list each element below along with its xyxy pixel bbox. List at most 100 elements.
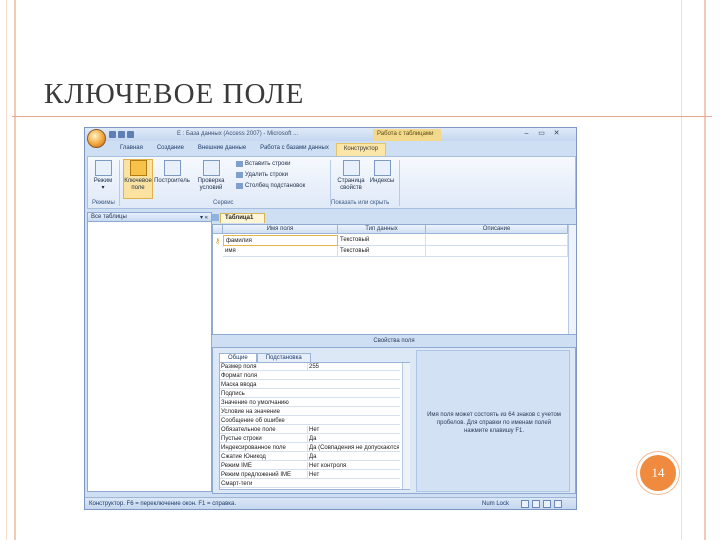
tab-home[interactable]: Главная	[113, 143, 150, 156]
property-label: Значение по умолчанию	[221, 400, 289, 406]
cell-description[interactable]	[426, 246, 568, 257]
property-value[interactable]: Нет	[307, 426, 399, 434]
property-label: Формат поля	[221, 373, 258, 379]
cell-field-name[interactable]: имя	[223, 246, 338, 257]
property-value[interactable]: Да	[307, 453, 399, 461]
test-validation-button[interactable]: Проверка условий	[191, 160, 231, 192]
nav-pane-controls[interactable]: ▾ «	[200, 214, 208, 221]
cell-data-type[interactable]: Текстовый	[338, 235, 426, 246]
row-selector-header	[213, 225, 223, 234]
save-icon[interactable]	[109, 131, 116, 138]
lookup-column-button[interactable]: Столбец подстановок	[236, 183, 305, 189]
pivot-table-view-icon[interactable]	[532, 500, 540, 508]
view-switcher	[521, 500, 562, 508]
undo-icon[interactable]	[118, 131, 125, 138]
delete-rows-icon	[236, 172, 243, 178]
property-row[interactable]: Значение по умолчанию	[220, 399, 400, 407]
chevron-down-icon: ▾	[101, 185, 105, 191]
quick-access-toolbar	[109, 131, 145, 138]
design-view-icon[interactable]	[554, 500, 562, 508]
key-icon	[129, 160, 147, 176]
property-row[interactable]: Формат поля	[220, 372, 400, 380]
property-sheet-icon	[342, 160, 360, 176]
property-row[interactable]: Условие на значение	[220, 408, 400, 416]
test-validation-icon	[202, 160, 220, 176]
close-button[interactable]: ✕	[551, 130, 562, 138]
property-label: Сообщение об ошибке	[221, 418, 285, 424]
office-button-icon[interactable]	[87, 129, 106, 148]
properties-scrollbar[interactable]	[402, 363, 410, 489]
property-row[interactable]: Обязательное поле Нет	[220, 426, 400, 434]
property-value[interactable]: Нет контроля	[307, 462, 399, 470]
navigation-pane: Все таблицы ▾ «	[87, 212, 212, 492]
property-label: Размер поля	[221, 364, 257, 370]
page-number-badge: 14	[637, 452, 679, 494]
group-separator	[119, 160, 120, 206]
insert-rows-button[interactable]: Вставить строки	[236, 161, 291, 167]
design-grid: Имя поля Тип данных Описание ⚷ фамилия Т…	[212, 224, 576, 335]
property-value[interactable]: 255	[307, 363, 399, 371]
properties-list: Размер поля 255 Формат поля Маска ввода П…	[219, 362, 410, 490]
indexes-button[interactable]: Индексы	[369, 160, 395, 185]
indexes-label: Индексы	[369, 178, 395, 184]
ribbon: Режим ▾ Ключевое поле Построитель Провер…	[87, 156, 576, 209]
property-row[interactable]: Пустые строки Да	[220, 435, 400, 443]
cell-field-name[interactable]: фамилия	[223, 235, 338, 246]
property-row[interactable]: Сообщение об ошибке	[220, 417, 400, 425]
nav-pane-header[interactable]: Все таблицы ▾ «	[88, 213, 211, 222]
context-tab-title: Работа с таблицами	[373, 129, 441, 141]
property-label: Смарт-теги	[221, 481, 253, 487]
property-row[interactable]: Размер поля 255	[220, 363, 400, 371]
view-button[interactable]: Режим ▾	[91, 160, 115, 192]
column-header-field-name: Имя поля	[223, 225, 338, 234]
cell-description[interactable]	[426, 235, 568, 246]
property-label: Индексированное поле	[221, 445, 286, 451]
group-label-show-hide: Показать или скрыть	[331, 200, 390, 206]
primary-key-icon: ⚷	[215, 238, 221, 245]
primary-key-label: Ключевое поле	[124, 178, 152, 191]
group-label-tools: Сервис	[213, 200, 234, 206]
lookup-column-icon	[236, 183, 243, 189]
minimize-button[interactable]: –	[521, 130, 532, 138]
nav-pane-title: Все таблицы	[91, 214, 127, 220]
cell-data-type[interactable]: Текстовый	[338, 246, 426, 257]
property-sheet-label: Страница свойств	[337, 178, 365, 191]
title-rule	[12, 116, 712, 117]
property-row[interactable]: Режим IME Нет контроля	[220, 462, 400, 470]
property-label: Условие на значение	[221, 409, 280, 415]
property-sheet-button[interactable]: Страница свойств	[336, 160, 366, 192]
property-row[interactable]: Маска ввода	[220, 381, 400, 389]
property-row[interactable]: Режим предложений IME Нет	[220, 471, 400, 479]
property-label: Режим IME	[221, 463, 252, 469]
property-value[interactable]: Да	[307, 435, 399, 443]
field-properties-pane: Общие Подстановка Размер поля 255 Формат …	[212, 347, 576, 494]
property-row[interactable]: Сжатие Юникод Да	[220, 453, 400, 461]
delete-rows-button[interactable]: Удалить строки	[236, 172, 288, 178]
tab-design[interactable]: Конструктор	[335, 143, 387, 156]
pivot-chart-view-icon[interactable]	[543, 500, 551, 508]
redo-icon[interactable]	[127, 131, 134, 138]
tab-create[interactable]: Создание	[150, 143, 191, 156]
property-row[interactable]: Индексированное поле Да (Совпадения не до…	[220, 444, 400, 452]
view-label: Режим	[93, 178, 113, 184]
maximize-button[interactable]: ▭	[536, 130, 547, 138]
datasheet-view-icon[interactable]	[521, 500, 529, 508]
window-title: Е : База данных (Access 2007) - Microsof…	[177, 131, 299, 137]
property-row[interactable]: Подпись	[220, 390, 400, 398]
slide-title: КЛЮЧЕВОЕ ПОЛЕ	[44, 78, 305, 110]
property-label: Подпись	[221, 391, 245, 397]
grid-scrollbar[interactable]	[568, 225, 576, 334]
property-label: Сжатие Юникод	[221, 454, 266, 460]
primary-key-button[interactable]: Ключевое поле	[123, 159, 153, 199]
title-bar: Е : База данных (Access 2007) - Microsof…	[85, 128, 576, 141]
tab-external-data[interactable]: Внешние данные	[191, 143, 253, 156]
tab-database-tools[interactable]: Работа с базами данных	[253, 143, 336, 156]
builder-label: Построитель	[154, 178, 190, 184]
builder-button[interactable]: Построитель	[154, 160, 190, 185]
indexes-icon	[373, 160, 391, 176]
property-row[interactable]: Смарт-теги	[220, 480, 400, 488]
status-text: Конструктор. F6 = переключение окон. F1 …	[89, 501, 237, 507]
property-value[interactable]: Нет	[307, 471, 399, 479]
property-value[interactable]: Да (Совпадения не допускаются)	[307, 444, 399, 452]
document-tab[interactable]: Таблица1	[220, 213, 265, 223]
